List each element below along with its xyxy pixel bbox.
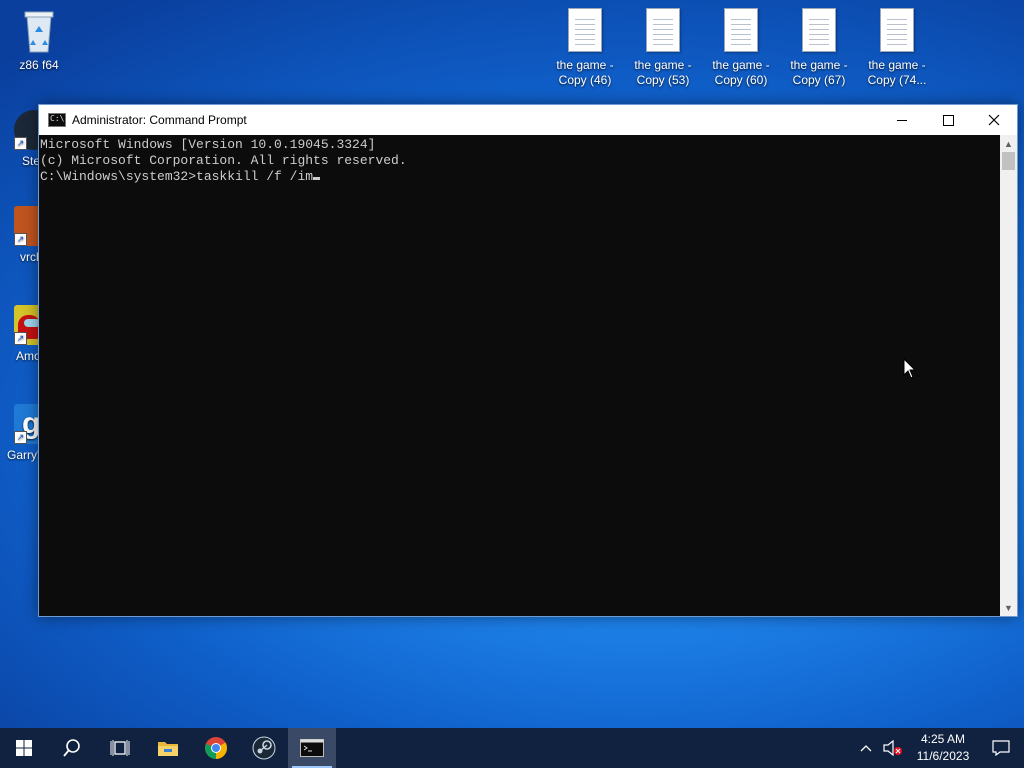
maximize-icon — [942, 114, 954, 126]
desktop-icon-label: the game - Copy (60) — [712, 58, 770, 87]
notification-icon — [992, 740, 1010, 756]
desktop-icon-label: the game - Copy (53) — [634, 58, 692, 87]
text-cursor — [313, 177, 321, 180]
console-command: C:\Windows\system32>taskkill /f /im — [40, 169, 314, 184]
text-file-icon — [880, 8, 914, 52]
scrollbar-thumb[interactable] — [1002, 152, 1015, 170]
shortcut-arrow-icon: ↗ — [14, 431, 27, 444]
shortcut-arrow-icon: ↗ — [14, 233, 27, 246]
windows-start-icon — [16, 740, 32, 756]
console-line: (c) Microsoft Corporation. All rights re… — [40, 153, 407, 168]
task-view-icon — [110, 740, 130, 756]
shortcut-arrow-icon: ↗ — [14, 137, 27, 150]
desktop-icon-label: the game - Copy (46) — [556, 58, 614, 87]
file-explorer-button[interactable] — [144, 728, 192, 768]
close-button[interactable] — [971, 105, 1017, 135]
console-line: Microsoft Windows [Version 10.0.19045.33… — [40, 137, 376, 152]
scroll-down-button[interactable]: ▼ — [1000, 599, 1017, 616]
search-icon — [63, 739, 80, 757]
command-prompt-icon: C:\ — [48, 113, 66, 127]
chevron-up-icon — [860, 745, 872, 752]
desktop-icon-label: z86 f64 — [19, 58, 59, 72]
desktop-icon-file[interactable]: the game - Copy (67) — [781, 8, 857, 88]
maximize-button[interactable] — [925, 105, 971, 135]
chrome-icon — [205, 737, 227, 759]
recycle-bin-icon — [19, 8, 59, 54]
action-center-button[interactable] — [978, 728, 1024, 768]
desktop-icon-label: the game - Copy (67) — [790, 58, 848, 87]
console-output[interactable]: Microsoft Windows [Version 10.0.19045.33… — [39, 135, 1000, 616]
system-tray: 4:25 AM 11/6/2023 — [854, 728, 1024, 768]
text-file-icon — [724, 8, 758, 52]
window-titlebar[interactable]: C:\ Administrator: Command Prompt — [39, 105, 1017, 135]
chrome-button[interactable] — [192, 728, 240, 768]
steam-button[interactable] — [240, 728, 288, 768]
clock[interactable]: 4:25 AM 11/6/2023 — [908, 731, 978, 765]
close-icon — [988, 114, 1000, 126]
volume-muted-icon — [883, 740, 902, 756]
taskbar: 4:25 AM 11/6/2023 — [0, 728, 1024, 768]
shortcut-arrow-icon: ↗ — [14, 332, 27, 345]
minimize-button[interactable] — [879, 105, 925, 135]
chevron-down-icon: ▼ — [1004, 602, 1013, 613]
minimize-icon — [897, 119, 907, 121]
steam-icon — [252, 736, 276, 760]
command-prompt-taskbar-button[interactable] — [288, 728, 336, 768]
command-prompt-window[interactable]: C:\ Administrator: Command Prompt Micros… — [38, 104, 1018, 617]
show-hidden-icons-button[interactable] — [854, 728, 878, 768]
start-button[interactable] — [0, 728, 48, 768]
console-prompt-line: C:\Windows\system32>taskkill /f /im — [40, 169, 1000, 185]
text-file-icon — [568, 8, 602, 52]
desktop-icon-file[interactable]: the game - Copy (60) — [703, 8, 779, 88]
desktop-icon-recycle-bin[interactable]: z86 f64 — [1, 8, 77, 73]
vertical-scrollbar[interactable]: ▲ ▼ — [1000, 135, 1017, 616]
desktop-icon-label: the game - Copy (74... — [867, 58, 927, 87]
desktop-icon-file[interactable]: the game - Copy (74... — [859, 8, 935, 88]
text-file-icon — [646, 8, 680, 52]
clock-date: 11/6/2023 — [916, 749, 970, 763]
file-explorer-icon — [158, 742, 178, 756]
mouse-pointer-icon — [903, 358, 917, 379]
clock-time: 4:25 AM — [920, 732, 966, 746]
chevron-up-icon: ▲ — [1004, 138, 1013, 149]
desktop-icon-file[interactable]: the game - Copy (46) — [547, 8, 623, 88]
text-file-icon — [802, 8, 836, 52]
scroll-up-button[interactable]: ▲ — [1000, 135, 1017, 152]
window-title: Administrator: Command Prompt — [72, 113, 247, 127]
command-prompt-icon — [300, 739, 324, 757]
volume-button[interactable] — [878, 728, 908, 768]
search-button[interactable] — [48, 728, 96, 768]
task-view-button[interactable] — [96, 728, 144, 768]
desktop-icon-file[interactable]: the game - Copy (53) — [625, 8, 701, 88]
